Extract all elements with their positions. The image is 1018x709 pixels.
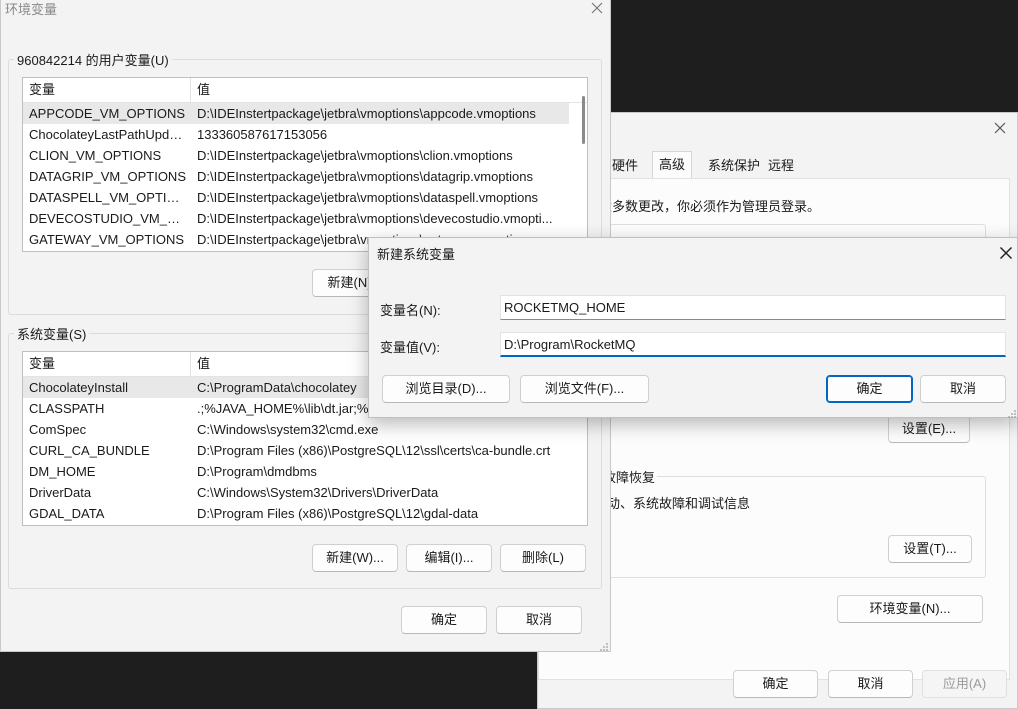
- user-vars-list[interactable]: 变量 值 APPCODE_VM_OPTIONS D:\IDEInstertpac…: [22, 77, 588, 252]
- settings-t-button[interactable]: 设置(T)...: [888, 535, 972, 563]
- table-row[interactable]: APPCODE_VM_OPTIONS D:\IDEInstertpackage\…: [23, 103, 569, 124]
- browse-directory-button[interactable]: 浏览目录(D)...: [382, 375, 510, 403]
- new-system-variable-dialog: 新建系统变量 变量名(N): ROCKETMQ_HOME 变量值(V): D:\…: [368, 237, 1018, 418]
- sysprops-cancel-button[interactable]: 取消: [828, 670, 913, 698]
- var-name: GDAL_DATA: [29, 506, 105, 521]
- sysprops-ok-button[interactable]: 确定: [733, 670, 818, 698]
- var-name: GATEWAY_VM_OPTIONS: [29, 232, 185, 247]
- var-value-input[interactable]: D:\Program\RocketMQ: [500, 332, 1006, 357]
- column-header-value[interactable]: 值: [197, 78, 210, 102]
- table-row[interactable]: CLION_VM_OPTIONS D:\IDEInstertpackage\je…: [23, 145, 569, 166]
- var-value-label: 变量值(V):: [380, 340, 440, 355]
- var-name: DATASPELL_VM_OPTIONS: [29, 190, 187, 205]
- table-row[interactable]: DEVECOSTUDIO_VM_OPT... D:\IDEInstertpack…: [23, 208, 569, 229]
- var-name: ComSpec: [29, 422, 87, 437]
- var-name: DEVECOSTUDIO_VM_OPT...: [29, 211, 187, 226]
- env-ok-button[interactable]: 确定: [401, 606, 487, 634]
- resize-grip-icon[interactable]: [1007, 407, 1017, 418]
- list-header: 变量 值: [23, 78, 587, 103]
- var-value: D:\Program Files (x86)\PostgreSQL\12\ssl…: [197, 443, 551, 458]
- env-cancel-button[interactable]: 取消: [496, 606, 582, 634]
- settings-e-button[interactable]: 设置(E)...: [888, 415, 970, 443]
- dialog-ok-button[interactable]: 确定: [826, 375, 913, 403]
- close-icon[interactable]: [990, 118, 1010, 138]
- var-value: D:\IDEInstertpackage\jetbra\vmoptions\da…: [197, 190, 539, 205]
- var-value: D:\IDEInstertpackage\jetbra\vmoptions\da…: [197, 169, 534, 184]
- var-name: DATAGRIP_VM_OPTIONS: [29, 169, 186, 184]
- column-divider[interactable]: [190, 352, 191, 376]
- table-row[interactable]: DM_HOME D:\Program\dmdbms: [23, 461, 569, 482]
- var-name: CLASSPATH: [29, 401, 105, 416]
- startup-desc: 动、系统故障和调试信息: [607, 496, 751, 511]
- scrollbar[interactable]: [582, 96, 585, 144]
- var-name-input[interactable]: ROCKETMQ_HOME: [500, 295, 1006, 320]
- var-value: D:\Program\dmdbms: [197, 464, 317, 479]
- var-value: C:\Windows\System32\Drivers\DriverData: [197, 485, 439, 500]
- var-name-label: 变量名(N):: [380, 303, 441, 318]
- table-row[interactable]: GDAL_DATA D:\Program Files (x86)\Postgre…: [23, 503, 569, 524]
- var-name: ChocolateyInstall: [29, 380, 128, 395]
- window-title: 环境变量: [5, 2, 58, 17]
- var-name: CURL_CA_BUNDLE: [29, 443, 150, 458]
- table-row[interactable]: DATASPELL_VM_OPTIONS D:\IDEInstertpackag…: [23, 187, 569, 208]
- table-row[interactable]: DriverData C:\Windows\System32\Drivers\D…: [23, 482, 569, 503]
- var-name: DriverData: [29, 485, 92, 500]
- dialog-cancel-button[interactable]: 取消: [920, 375, 1006, 403]
- tab-hardware[interactable]: 硬件: [606, 154, 644, 178]
- system-vars-title: 系统变量(S): [14, 324, 90, 343]
- table-row[interactable]: DATAGRIP_VM_OPTIONS D:\IDEInstertpackage…: [23, 166, 569, 187]
- table-row[interactable]: ComSpec C:\Windows\system32\cmd.exe: [23, 419, 569, 440]
- table-row[interactable]: ChocolateyLastPathUpdate 133360587617153…: [23, 124, 569, 145]
- column-header-value[interactable]: 值: [197, 352, 210, 376]
- var-name: ChocolateyLastPathUpdate: [29, 127, 187, 142]
- sysprops-apply-button[interactable]: 应用(A): [922, 670, 1007, 698]
- var-value: D:\IDEInstertpackage\jetbra\vmoptions\ap…: [197, 106, 536, 121]
- var-name: CLION_VM_OPTIONS: [29, 148, 162, 163]
- var-value: D:\IDEInstertpackage\jetbra\vmoptions\de…: [197, 211, 553, 226]
- user-vars-title: 960842214 的用户变量(U): [14, 50, 172, 69]
- resize-grip-icon[interactable]: [599, 640, 609, 651]
- table-row[interactable]: CURL_CA_BUNDLE D:\Program Files (x86)\Po…: [23, 440, 569, 461]
- close-icon[interactable]: [587, 0, 607, 18]
- var-value: C:\Windows\system32\cmd.exe: [197, 422, 379, 437]
- system-delete-button[interactable]: 删除(L): [500, 544, 586, 572]
- close-icon[interactable]: [995, 242, 1017, 264]
- var-value: D:\IDEInstertpackage\jetbra\vmoptions\cl…: [197, 148, 513, 163]
- column-divider[interactable]: [190, 78, 191, 102]
- column-header-var[interactable]: 变量: [29, 78, 55, 102]
- system-edit-button[interactable]: 编辑(I)...: [406, 544, 492, 572]
- var-value: 133360587617153056: [197, 127, 328, 142]
- system-new-button[interactable]: 新建(W)...: [312, 544, 398, 572]
- dialog-title: 新建系统变量: [377, 247, 456, 262]
- column-header-var[interactable]: 变量: [29, 352, 55, 376]
- tab-remote[interactable]: 远程: [762, 154, 800, 178]
- var-name: APPCODE_VM_OPTIONS: [29, 106, 186, 121]
- admin-note: 大多数更改，你必须作为管理员登录。: [599, 199, 821, 214]
- tab-system-protection[interactable]: 系统保护: [702, 154, 766, 178]
- browse-file-button[interactable]: 浏览文件(F)...: [520, 375, 649, 403]
- tab-advanced[interactable]: 高级: [652, 151, 693, 180]
- var-value: D:\Program Files (x86)\PostgreSQL\12\gda…: [197, 506, 479, 521]
- var-name: DM_HOME: [29, 464, 96, 479]
- environment-variables-button[interactable]: 环境变量(N)...: [837, 595, 983, 623]
